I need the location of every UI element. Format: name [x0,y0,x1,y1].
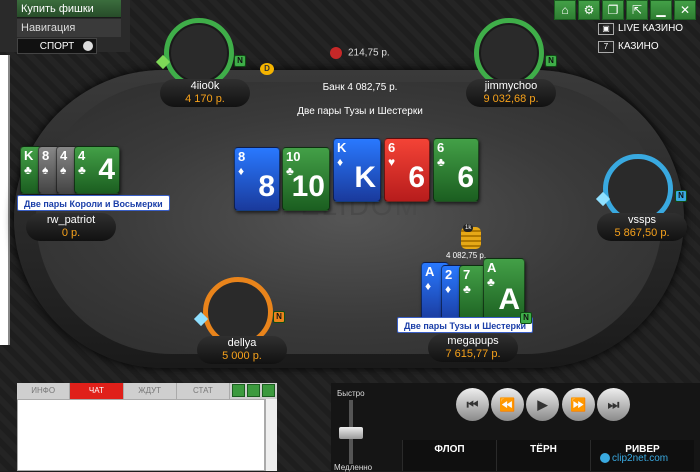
player-seat-vssps[interactable]: vssps 5 867,50 р. [597,213,687,241]
gear-icon[interactable]: ⚙ [578,0,600,20]
player-name: megapups [447,335,499,347]
dealer-button: D [260,63,274,75]
hand-label: Две пары Тузы и Шестерки [397,317,534,333]
share-icon[interactable]: ⇱ [626,0,648,20]
casino-button[interactable]: 7 КАЗИНО [596,39,696,55]
casino-label: КАЗИНО [618,41,659,52]
player-seat-dellya[interactable]: dellya 5 000 р. [197,336,287,364]
speed-fast-label: Быстро [337,389,365,398]
hole-card: 4 ♣ 4 [74,146,120,194]
clip2net-icon [600,453,610,464]
live-casino-label: LIVE КАЗИНО [618,23,684,34]
rake-icon [330,47,342,59]
status-badge: N [234,55,246,67]
player-seat-megapups[interactable]: megapups 7 615,77 р. [428,334,518,362]
casino-icon: 7 [598,41,614,53]
speed-slider-handle[interactable] [339,427,363,439]
tables-icon[interactable]: ❐ [602,0,624,20]
chat-bubble-icon[interactable] [232,384,245,397]
top-toolbar: ⌂ ⚙ ❐ ⇱ ▁ ✕ [554,0,696,20]
player-stack: 4 170 р. [185,93,225,105]
soccer-ball-icon [83,41,93,51]
tab-stats[interactable]: СТАТ [176,383,230,399]
player-name: 4iio0k [190,80,220,92]
board-card: 8 ♦ 8 [234,147,280,211]
player-stack: 5 867,50 р. [614,227,670,239]
player-name: jimmychoo [484,80,538,92]
left-side-panel [0,55,10,345]
live-casino-icon: ▣ [598,23,614,35]
rewind-button[interactable]: ⏪ [491,388,524,421]
board-card: 10 ♣ 10 [282,147,330,211]
player-name: vssps [627,214,657,226]
status-badge: N [273,311,285,323]
best-hand-text: Две пары Тузы и Шестерки [297,106,423,117]
live-casino-button[interactable]: ▣ LIVE КАЗИНО [596,21,696,37]
player-seat-4iio0k[interactable]: 4iio0k 4 170 р. [160,79,250,107]
avatar-4iio0k[interactable] [164,18,234,88]
tab-info[interactable]: ИНФО [17,383,71,399]
player-seat-jimmychoo[interactable]: jimmychoo 9 032,68 р. [466,79,556,107]
rake-amount: 214,75 р. [348,47,390,59]
player-seat-rw-patriot[interactable]: rw_patriot 0 р. [26,213,116,241]
chat-tools [230,383,277,399]
status-badge: N [675,190,687,202]
chat-scrollbar[interactable] [265,399,277,471]
rake-display: 214,75 р. [330,47,390,59]
board-card: 6 ♥ 6 [384,138,430,202]
sound-icon[interactable] [262,384,275,397]
fast-forward-button[interactable]: ⏩ [562,388,595,421]
status-badge: N [545,55,557,67]
street-flop[interactable]: ФЛОП [402,440,496,471]
bet-amount: 4 082,75 р. [446,251,487,260]
board-card: 6 ♣ 6 [433,138,479,202]
buy-chips-button[interactable]: Купить фишки [17,0,121,18]
status-badge: N [520,312,532,324]
chat-tabs: ИНФО ЧАТ ЖДУТ СТАТ [17,383,277,399]
pot-amount: Банк 4 082,75 р. [322,82,398,93]
chip-label: 1k [463,224,474,232]
hole-card: A ♣ A [483,258,525,324]
player-name: dellya [227,337,257,349]
tab-chat[interactable]: ЧАТ [70,383,124,399]
street-turn[interactable]: ТЁРН [496,440,590,471]
player-stack: 7 615,77 р. [445,348,501,360]
player-stack: 0 р. [61,227,81,239]
player-stack: 9 032,68 р. [483,93,539,105]
chat-messages[interactable] [17,399,265,471]
bet-chips: 1k [461,224,481,249]
clip2net-watermark: clip2net.com [600,453,668,464]
home-icon[interactable]: ⌂ [554,0,576,20]
board-card: K ♦ K [333,138,381,202]
minimize-icon[interactable]: ▁ [650,0,672,20]
hand-label: Две пары Короли и Восьмерки [17,195,170,211]
play-button[interactable]: ▶ [526,388,559,421]
avatar-jimmychoo[interactable] [474,18,544,88]
navigation-button[interactable]: Навигация [17,19,121,37]
skip-end-button[interactable]: ⏭ [597,388,630,421]
tab-waiting[interactable]: ЖДУТ [123,383,177,399]
clip2net-label: clip2net.com [612,453,669,464]
chat-panel: ИНФО ЧАТ ЖДУТ СТАТ [17,383,277,471]
player-name: rw_patriot [46,214,96,226]
sport-label: СПОРТ [39,41,75,52]
close-icon[interactable]: ✕ [674,0,696,20]
dealer-chat-icon[interactable] [247,384,260,397]
player-stack: 5 000 р. [222,350,262,362]
skip-start-button[interactable]: ⏮ [456,388,489,421]
